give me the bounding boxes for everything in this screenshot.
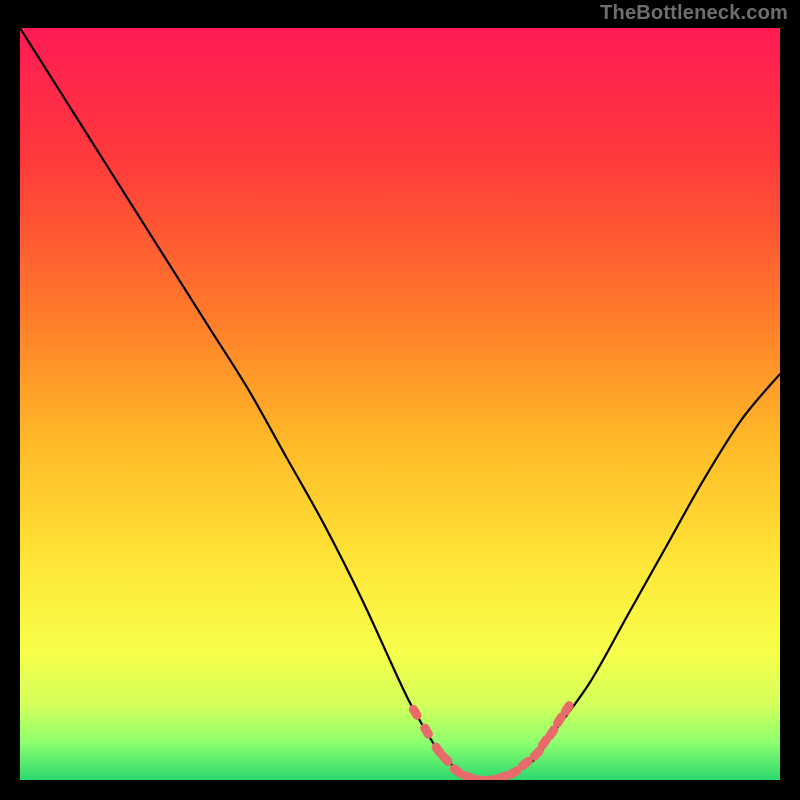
bottleneck-chart — [20, 28, 780, 780]
gradient-background — [20, 28, 780, 780]
watermark-text: TheBottleneck.com — [600, 2, 788, 25]
chart-frame: TheBottleneck.com — [0, 0, 800, 800]
plot-area — [20, 28, 780, 780]
